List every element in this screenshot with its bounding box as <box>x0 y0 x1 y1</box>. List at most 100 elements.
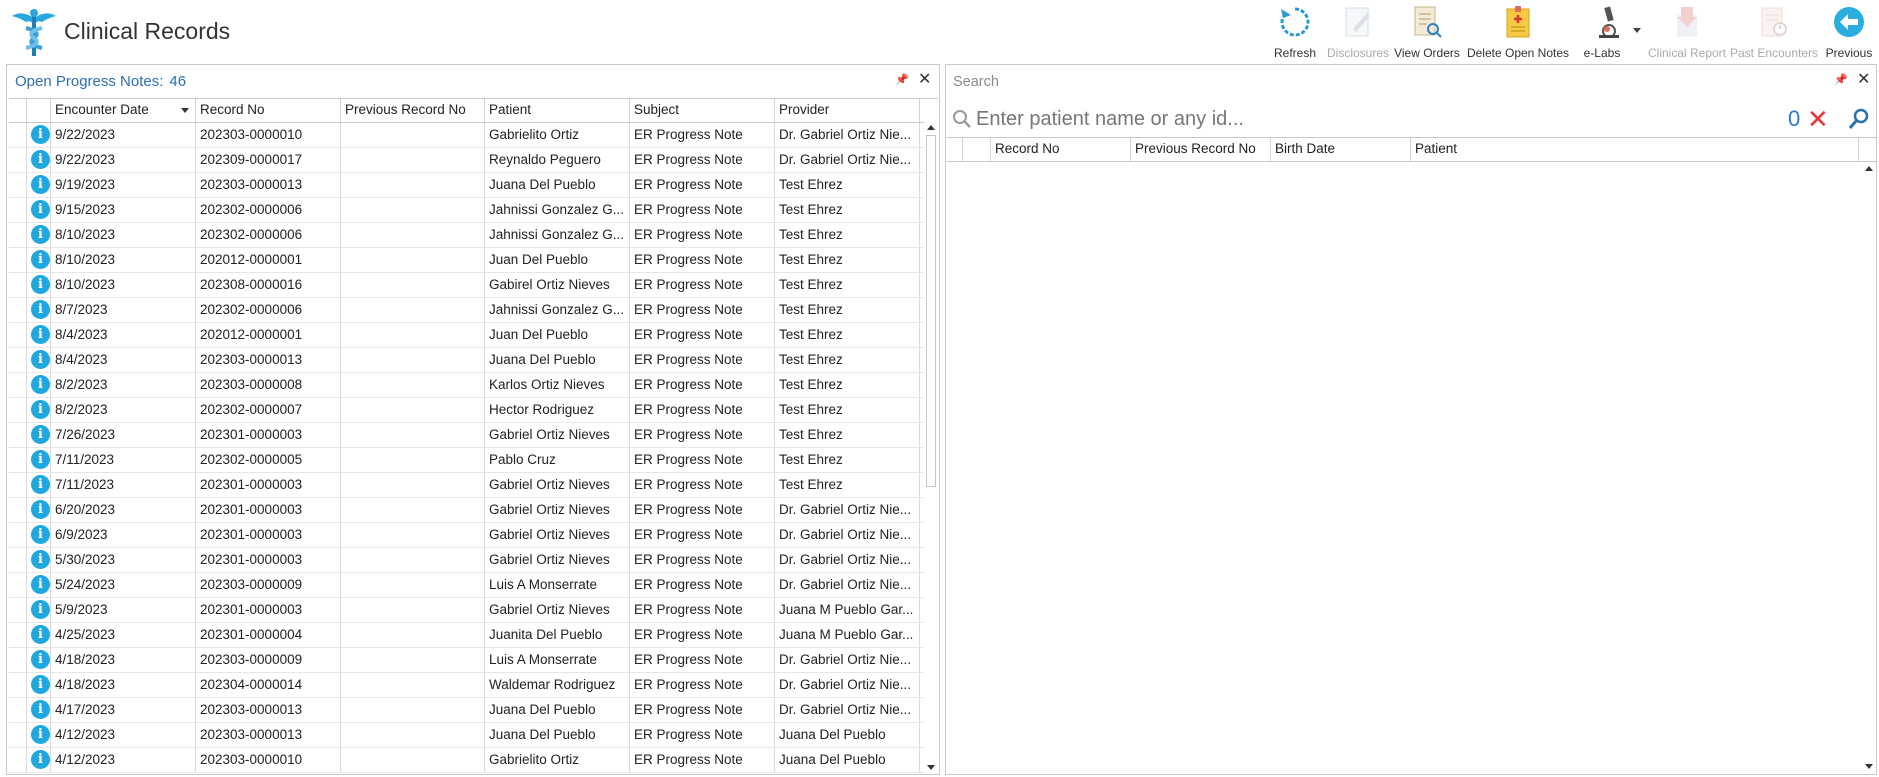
disclosures-button[interactable]: Disclosures <box>1325 2 1391 60</box>
info-icon[interactable]: i <box>31 650 50 669</box>
table-row[interactable]: i 9/22/2023 202303-0000010 Gabrielito Ortiz… <box>9 123 938 148</box>
column-header-birth-date[interactable]: Birth Date <box>1271 138 1411 161</box>
table-row[interactable]: i 8/10/2023 202302-0000006 Jahnissi Gonzale… <box>9 223 938 248</box>
column-header-encounter-date[interactable]: Encounter Date <box>51 99 196 122</box>
scroll-down-icon[interactable] <box>1865 764 1873 769</box>
info-icon[interactable]: i <box>31 200 50 219</box>
table-row[interactable]: i 5/9/2023 202301-0000003 Gabriel Ortiz Nie… <box>9 598 938 623</box>
info-icon[interactable]: i <box>31 525 50 544</box>
column-header-subject[interactable]: Subject <box>630 99 775 122</box>
table-row[interactable]: i 5/30/2023 202301-0000003 Gabriel Ortiz Ni… <box>9 548 938 573</box>
cell-previous-record-no <box>341 573 485 597</box>
table-row[interactable]: i 8/4/2023 202012-0000001 Juan Del Pueblo ER… <box>9 323 938 348</box>
info-icon[interactable]: i <box>31 600 50 619</box>
info-icon[interactable]: i <box>31 300 50 319</box>
cell-record-no: 202302-0000005 <box>196 448 341 472</box>
info-icon[interactable]: i <box>31 225 50 244</box>
table-row[interactable]: i 4/25/2023 202301-0000004 Juanita Del Pueb… <box>9 623 938 648</box>
info-icon[interactable]: i <box>31 725 50 744</box>
info-icon[interactable]: i <box>31 675 50 694</box>
cell-patient: Juana Del Pueblo <box>485 173 630 197</box>
table-row[interactable]: i 7/11/2023 202302-0000005 Pablo Cruz ER Pro… <box>9 448 938 473</box>
column-header-record-no[interactable]: Record No <box>196 99 341 122</box>
table-row[interactable]: i 4/18/2023 202303-0000009 Luis A Monserrat… <box>9 648 938 673</box>
clear-search-icon[interactable]: ✕ <box>1807 106 1829 132</box>
pin-icon[interactable]: 📌 <box>1834 73 1848 86</box>
info-icon[interactable]: i <box>31 625 50 644</box>
table-row[interactable]: i 7/26/2023 202301-0000003 Gabriel Ortiz Ni… <box>9 423 938 448</box>
table-row[interactable]: i 4/12/2023 202303-0000010 Gabrielito Ortiz… <box>9 748 938 773</box>
info-cell: i <box>27 273 51 297</box>
scroll-thumb[interactable] <box>926 135 936 487</box>
info-icon[interactable]: i <box>31 425 50 444</box>
info-icon[interactable]: i <box>31 475 50 494</box>
results-vertical-scrollbar[interactable] <box>1862 162 1876 772</box>
table-row[interactable]: i 6/20/2023 202301-0000003 Gabriel Ortiz Ni… <box>9 498 938 523</box>
info-icon[interactable]: i <box>31 550 50 569</box>
info-icon[interactable]: i <box>31 275 50 294</box>
table-row[interactable]: i 6/9/2023 202301-0000003 Gabriel Ortiz Nie… <box>9 523 938 548</box>
info-icon[interactable]: i <box>31 375 50 394</box>
scroll-down-icon[interactable] <box>927 765 935 770</box>
info-icon[interactable]: i <box>31 450 50 469</box>
table-row[interactable]: i 8/4/2023 202303-0000013 Juana Del Pueblo E… <box>9 348 938 373</box>
info-icon[interactable]: i <box>31 175 50 194</box>
vertical-scrollbar[interactable] <box>924 121 938 773</box>
column-header-record-no[interactable]: Record No <box>991 138 1131 161</box>
close-icon[interactable]: ✕ <box>1857 69 1870 89</box>
icon-column-header <box>27 99 51 122</box>
info-icon[interactable]: i <box>31 575 50 594</box>
info-icon[interactable]: i <box>31 325 50 344</box>
info-icon[interactable]: i <box>31 350 50 369</box>
e-labs-dropdown-icon[interactable] <box>1633 28 1641 33</box>
info-icon[interactable]: i <box>31 750 50 769</box>
scroll-up-icon[interactable] <box>1865 166 1873 171</box>
clinical-report-button[interactable]: Clinical Report <box>1645 2 1729 60</box>
table-row[interactable]: i 8/2/2023 202303-0000008 Karlos Ortiz Niev… <box>9 373 938 398</box>
column-header-previous-record-no[interactable]: Previous Record No <box>1131 138 1271 161</box>
column-header-patient[interactable]: Patient <box>1411 138 1859 161</box>
scroll-up-icon[interactable] <box>927 125 935 130</box>
column-header-previous-record-no[interactable]: Previous Record No <box>341 99 485 122</box>
row-indicator <box>9 298 27 322</box>
table-row[interactable]: i 8/2/2023 202302-0000007 Hector Rodriguez E… <box>9 398 938 423</box>
column-header-patient[interactable]: Patient <box>485 99 630 122</box>
past-encounters-button[interactable]: Past Encounters <box>1729 2 1819 60</box>
patient-search-input[interactable] <box>976 105 1776 133</box>
table-row[interactable]: i 9/22/2023 202309-0000017 Reynaldo Peguero… <box>9 148 938 173</box>
table-row[interactable]: i 4/17/2023 202303-0000013 Juana Del Pueblo… <box>9 698 938 723</box>
delete-open-notes-button[interactable]: Delete Open Notes <box>1463 2 1573 60</box>
row-indicator <box>9 273 27 297</box>
table-row[interactable]: i 7/11/2023 202301-0000003 Gabriel Ortiz Ni… <box>9 473 938 498</box>
table-row[interactable]: i 4/18/2023 202304-0000014 Waldemar Rodrigu… <box>9 673 938 698</box>
info-icon[interactable]: i <box>31 250 50 269</box>
table-row[interactable]: i 9/19/2023 202303-0000013 Juana Del Pueblo… <box>9 173 938 198</box>
info-icon[interactable]: i <box>31 400 50 419</box>
notes-count: 46 <box>169 73 187 90</box>
info-icon[interactable]: i <box>31 125 50 144</box>
cell-provider: Juana M Pueblo Gar... <box>775 623 920 647</box>
back-arrow-icon <box>1831 5 1867 39</box>
view-orders-button[interactable]: View Orders <box>1391 2 1463 60</box>
row-indicator <box>9 423 27 447</box>
close-icon[interactable]: ✕ <box>918 69 931 89</box>
table-row[interactable]: i 8/10/2023 202012-0000001 Juan Del Pueblo E… <box>9 248 938 273</box>
info-icon[interactable]: i <box>31 700 50 719</box>
table-row[interactable]: i 8/7/2023 202302-0000006 Jahnissi Gonzalez… <box>9 298 938 323</box>
table-row[interactable]: i 5/24/2023 202303-0000009 Luis A Monserrat… <box>9 573 938 598</box>
previous-button[interactable]: Previous <box>1819 2 1879 60</box>
row-indicator <box>9 173 27 197</box>
column-header-provider[interactable]: Provider <box>775 99 920 122</box>
e-labs-button[interactable]: e-Labs <box>1573 2 1645 60</box>
refresh-button[interactable]: Refresh <box>1265 2 1325 60</box>
info-icon[interactable]: i <box>31 500 50 519</box>
table-row[interactable]: i 8/10/2023 202308-0000016 Gabirel Ortiz Ni… <box>9 273 938 298</box>
info-cell: i <box>27 723 51 747</box>
table-row[interactable]: i 4/12/2023 202303-0000013 Juana Del Pueblo… <box>9 723 938 748</box>
table-row[interactable]: i 9/15/2023 202302-0000006 Jahnissi Gonzale… <box>9 198 938 223</box>
info-icon[interactable]: i <box>31 150 50 169</box>
search-go-icon[interactable] <box>1848 108 1870 133</box>
pin-icon[interactable]: 📌 <box>895 73 909 86</box>
row-indicator <box>9 623 27 647</box>
sort-descending-icon <box>181 108 189 113</box>
